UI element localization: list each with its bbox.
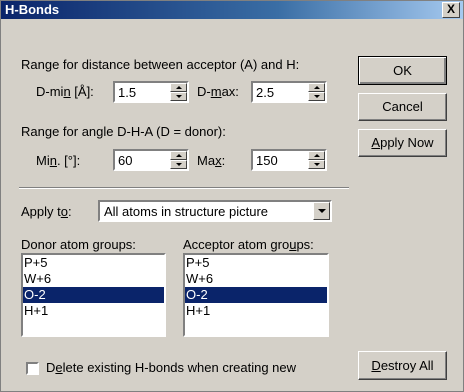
list-item[interactable]: H+1 bbox=[185, 303, 327, 319]
angle-range-heading: Range for angle D-H-A (D = donor): bbox=[21, 124, 226, 139]
spin-up-button[interactable] bbox=[308, 83, 325, 92]
angle-max-label: Max: bbox=[197, 153, 226, 168]
donor-groups-list[interactable]: P+5 W+6 O-2 H+1 bbox=[21, 253, 166, 337]
cancel-button[interactable]: Cancel bbox=[358, 93, 447, 121]
spin-down-button[interactable] bbox=[170, 160, 187, 169]
arrow-down-icon bbox=[176, 95, 182, 98]
arrow-down-icon bbox=[176, 163, 182, 166]
distance-max-spinner[interactable] bbox=[308, 83, 325, 101]
acceptor-groups-list[interactable]: P+5 W+6 O-2 H+1 bbox=[183, 253, 329, 337]
angle-min-label: Min. [°]: bbox=[36, 153, 81, 168]
arrow-up-icon bbox=[176, 86, 182, 89]
spin-up-button[interactable] bbox=[170, 151, 187, 160]
list-item[interactable]: H+1 bbox=[23, 303, 164, 319]
distance-min-value: 1.5 bbox=[118, 85, 137, 100]
separator bbox=[19, 187, 349, 189]
apply-to-label: Apply to: bbox=[21, 204, 72, 219]
apply-to-selected: All atoms in structure picture bbox=[104, 204, 269, 219]
distance-range-heading: Range for distance between acceptor (A) … bbox=[21, 57, 300, 72]
distance-min-field[interactable]: 1.5 bbox=[113, 81, 189, 103]
dropdown-button[interactable] bbox=[313, 202, 330, 220]
acceptor-groups-label: Acceptor atom groups: bbox=[183, 237, 314, 252]
arrow-up-icon bbox=[314, 86, 320, 89]
distance-max-value: 2.5 bbox=[256, 85, 275, 100]
destroy-all-button[interactable]: Destroy All bbox=[358, 351, 447, 380]
angle-max-value: 150 bbox=[256, 153, 278, 168]
arrow-down-icon bbox=[314, 95, 320, 98]
angle-min-field[interactable]: 60 bbox=[113, 149, 189, 171]
distance-min-label: D-min [Å]: bbox=[36, 84, 94, 99]
spin-up-button[interactable] bbox=[308, 151, 325, 160]
chevron-down-icon bbox=[318, 209, 326, 213]
ok-button[interactable]: OK bbox=[358, 56, 447, 85]
h-bonds-dialog: H-Bonds X Range for distance between acc… bbox=[0, 0, 464, 392]
apply-now-button[interactable]: Apply Now bbox=[358, 129, 447, 157]
donor-groups-label: Donor atom groups: bbox=[21, 237, 136, 252]
list-item[interactable]: W+6 bbox=[23, 271, 164, 287]
angle-min-spinner[interactable] bbox=[170, 151, 187, 169]
distance-min-spinner[interactable] bbox=[170, 83, 187, 101]
delete-existing-checkbox[interactable] bbox=[26, 362, 39, 375]
list-item[interactable]: P+5 bbox=[23, 255, 164, 271]
angle-max-spinner[interactable] bbox=[308, 151, 325, 169]
distance-max-field[interactable]: 2.5 bbox=[251, 81, 327, 103]
distance-max-label: D-max: bbox=[197, 84, 239, 99]
apply-to-dropdown[interactable]: All atoms in structure picture bbox=[98, 200, 332, 222]
arrow-up-icon bbox=[314, 154, 320, 157]
list-item[interactable]: P+5 bbox=[185, 255, 327, 271]
angle-max-field[interactable]: 150 bbox=[251, 149, 327, 171]
list-item[interactable]: W+6 bbox=[185, 271, 327, 287]
list-item[interactable]: O-2 bbox=[23, 287, 164, 303]
arrow-up-icon bbox=[176, 154, 182, 157]
spin-down-button[interactable] bbox=[170, 92, 187, 101]
arrow-down-icon bbox=[314, 163, 320, 166]
spin-up-button[interactable] bbox=[170, 83, 187, 92]
window-title: H-Bonds bbox=[5, 2, 60, 17]
angle-min-value: 60 bbox=[118, 153, 133, 168]
close-button[interactable]: X bbox=[442, 2, 460, 18]
spin-down-button[interactable] bbox=[308, 160, 325, 169]
list-item[interactable]: O-2 bbox=[185, 287, 327, 303]
delete-existing-label[interactable]: Delete existing H-bonds when creating ne… bbox=[46, 360, 296, 375]
spin-down-button[interactable] bbox=[308, 92, 325, 101]
title-bar[interactable]: H-Bonds X bbox=[1, 1, 463, 19]
